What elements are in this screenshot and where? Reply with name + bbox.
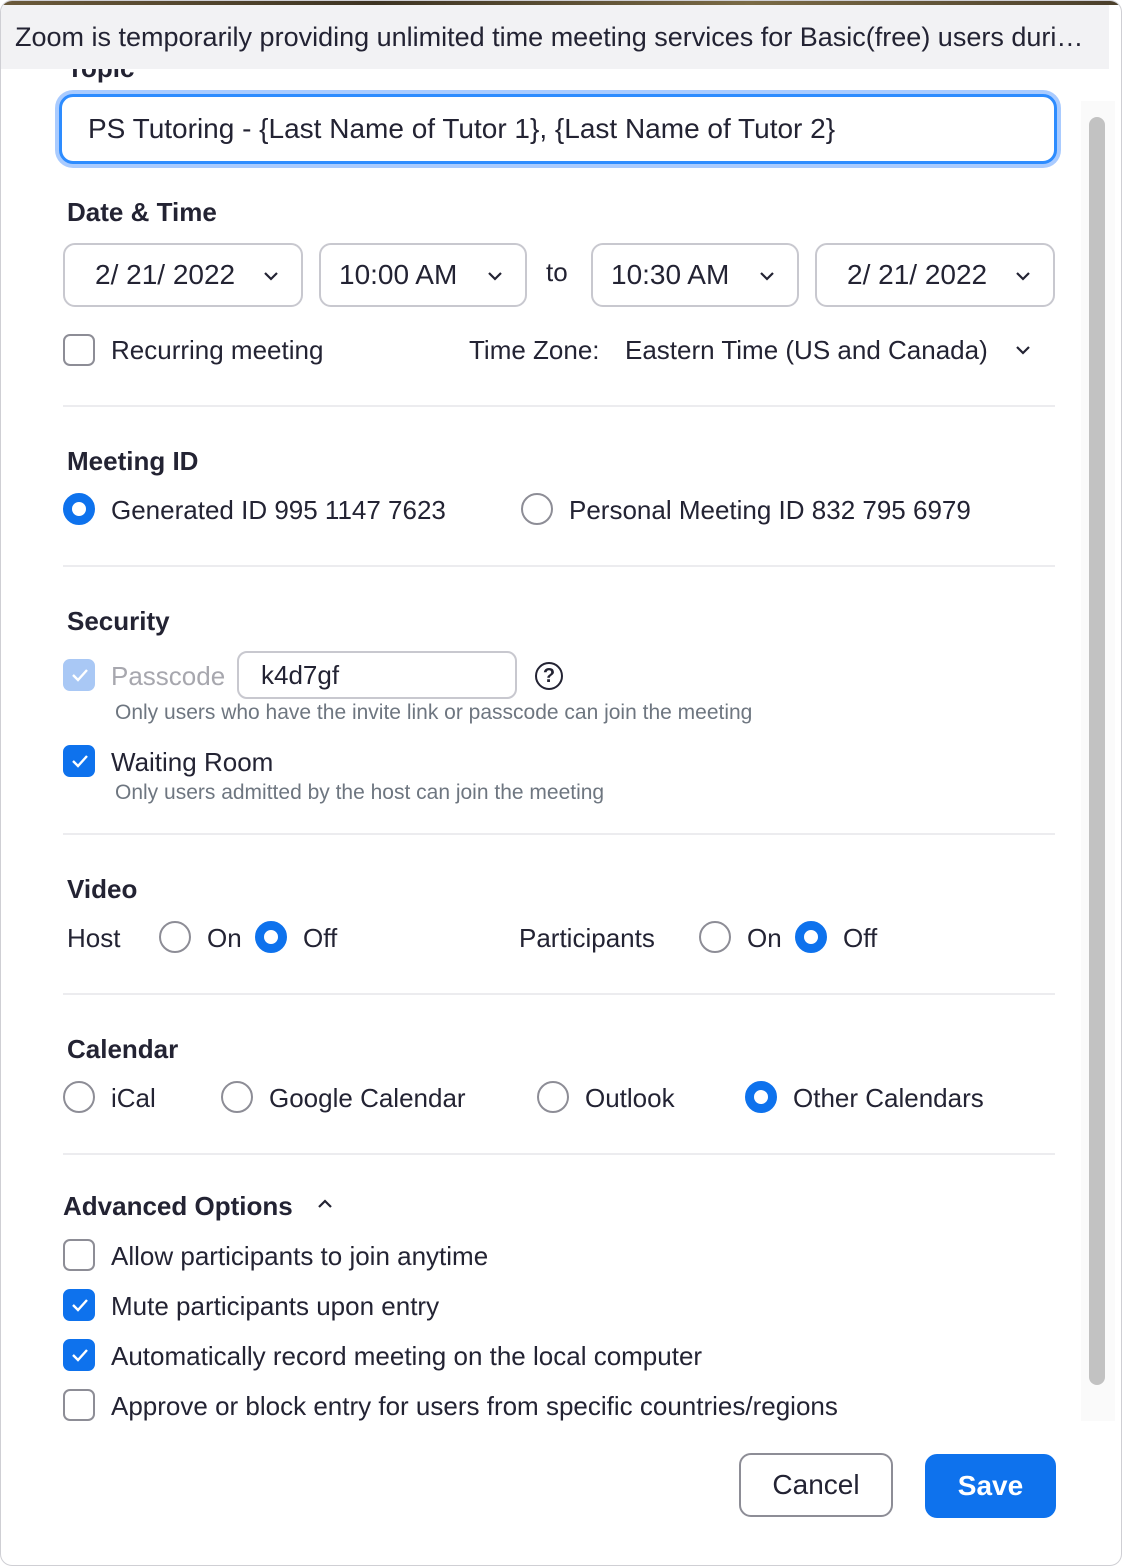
checkmark-icon: [72, 1299, 88, 1312]
host-label: Host: [67, 923, 121, 953]
video-title: Video: [67, 874, 138, 904]
participants-label: Participants: [519, 923, 655, 953]
topic-input[interactable]: PS Tutoring - {Last Name of Tutor 1}, {L…: [59, 94, 1057, 164]
auto-record-checkbox[interactable]: [63, 1339, 95, 1371]
help-icon[interactable]: ?: [535, 662, 563, 690]
calendar-title: Calendar: [67, 1034, 179, 1064]
divider: [63, 993, 1055, 995]
divider: [63, 405, 1055, 407]
calendar-ical-label: iCal: [111, 1083, 156, 1113]
participants-video-off-radio[interactable]: [795, 921, 827, 953]
save-button[interactable]: Save: [925, 1454, 1056, 1518]
security-title: Security: [67, 606, 170, 636]
host-video-on-radio[interactable]: [159, 921, 191, 953]
meeting-id-title: Meeting ID: [67, 446, 199, 476]
start-date-value: 2/ 21/ 2022: [95, 259, 236, 290]
passcode-input[interactable]: k4d7gf: [237, 651, 517, 699]
allow-join-anytime-checkbox[interactable]: [63, 1239, 95, 1271]
host-video-off-radio[interactable]: [255, 921, 287, 953]
host-off-label: Off: [303, 923, 338, 953]
participants-on-label: On: [747, 923, 782, 953]
mute-on-entry-label: Mute participants upon entry: [111, 1291, 440, 1321]
divider: [63, 1153, 1055, 1155]
passcode-help-text: Only users who have the invite link or p…: [115, 701, 753, 724]
end-time-select[interactable]: 10:30 AM: [591, 243, 799, 307]
approve-block-regions-label: Approve or block entry for users from sp…: [111, 1391, 838, 1421]
date-time-title: Date & Time: [67, 197, 217, 227]
scrollbar-thumb[interactable]: [1089, 117, 1105, 1385]
waiting-room-help-text: Only users admitted by the host can join…: [115, 781, 605, 804]
calendar-google-label: Google Calendar: [269, 1083, 466, 1113]
chevron-down-icon: [488, 272, 502, 281]
end-time-value: 10:30 AM: [611, 259, 730, 290]
chevron-down-icon: [264, 272, 278, 281]
allow-join-anytime-label: Allow participants to join anytime: [111, 1241, 489, 1271]
calendar-other-radio[interactable]: [745, 1081, 777, 1113]
timezone-label: Time Zone:: [469, 335, 600, 365]
participants-video-on-radio[interactable]: [699, 921, 731, 953]
auto-record-label: Automatically record meeting on the loca…: [111, 1341, 703, 1371]
divider: [63, 565, 1055, 567]
participants-off-label: Off: [843, 923, 878, 953]
notice-banner: Zoom is temporarily providing unlimited …: [1, 5, 1109, 69]
to-label: to: [546, 257, 568, 287]
calendar-outlook-label: Outlook: [585, 1083, 675, 1113]
chevron-down-icon: [760, 272, 774, 281]
calendar-google-radio[interactable]: [221, 1081, 253, 1113]
end-date-select[interactable]: 2/ 21/ 2022: [815, 243, 1055, 307]
personal-id-label: Personal Meeting ID 832 795 6979: [569, 495, 971, 525]
calendar-outlook-radio[interactable]: [537, 1081, 569, 1113]
start-time-select[interactable]: 10:00 AM: [319, 243, 527, 307]
personal-id-radio[interactable]: [521, 493, 553, 525]
start-date-select[interactable]: 2/ 21/ 2022: [63, 243, 303, 307]
cancel-button[interactable]: Cancel: [739, 1453, 893, 1517]
approve-block-regions-checkbox[interactable]: [63, 1389, 95, 1421]
passcode-label: Passcode: [111, 661, 226, 691]
checkmark-icon: [72, 1349, 88, 1362]
timezone-select[interactable]: Eastern Time (US and Canada): [625, 335, 988, 366]
chevron-up-icon[interactable]: [317, 1199, 333, 1209]
waiting-room-checkbox[interactable]: [63, 745, 95, 777]
recurring-checkbox[interactable]: [63, 334, 95, 366]
schedule-meeting-window: Zoom is temporarily providing unlimited …: [0, 0, 1122, 1566]
checkmark-icon: [72, 669, 88, 682]
generated-id-label: Generated ID 995 1147 7623: [111, 495, 446, 525]
mute-on-entry-checkbox[interactable]: [63, 1289, 95, 1321]
passcode-checkbox: [63, 659, 95, 691]
advanced-options-title[interactable]: Advanced Options: [63, 1191, 293, 1222]
chevron-down-icon[interactable]: [1015, 345, 1031, 355]
chevron-down-icon: [1016, 272, 1030, 281]
checkmark-icon: [72, 755, 88, 768]
generated-id-radio[interactable]: [63, 493, 95, 525]
calendar-ical-radio[interactable]: [63, 1081, 95, 1113]
recurring-label: Recurring meeting: [111, 335, 324, 365]
calendar-other-label: Other Calendars: [793, 1083, 984, 1113]
host-on-label: On: [207, 923, 242, 953]
start-time-value: 10:00 AM: [339, 259, 458, 290]
waiting-room-label: Waiting Room: [111, 747, 274, 777]
end-date-value: 2/ 21/ 2022: [847, 259, 988, 290]
divider: [63, 833, 1055, 835]
